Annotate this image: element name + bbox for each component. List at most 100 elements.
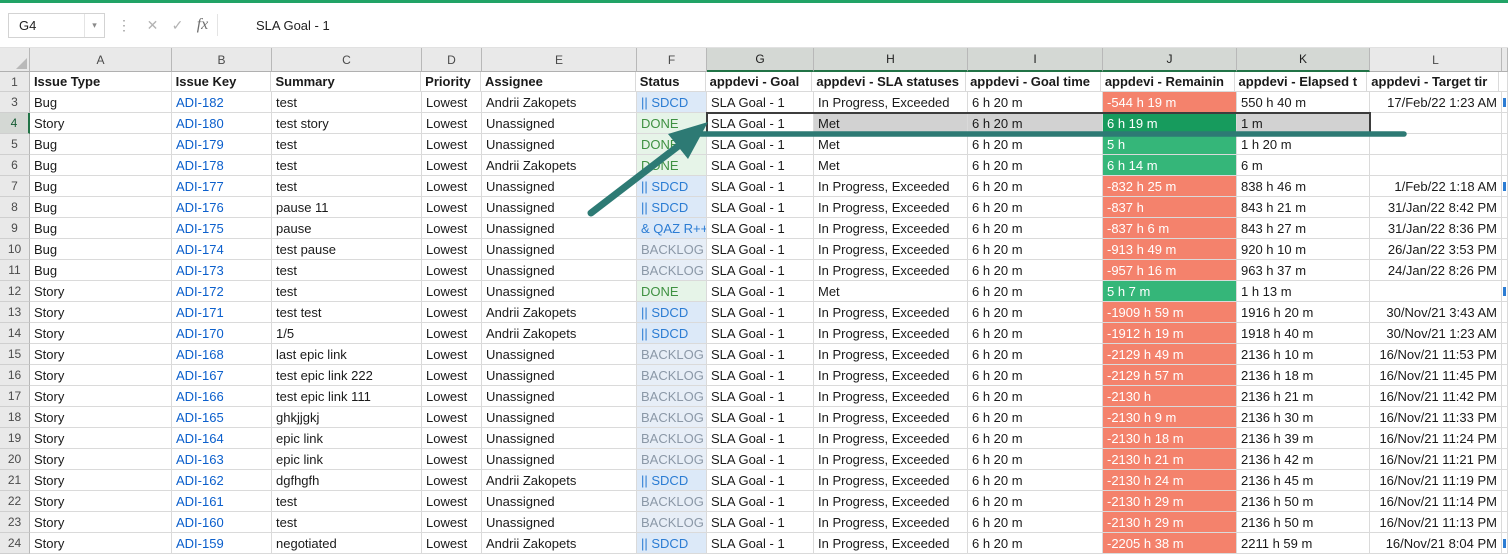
cell-I16[interactable]: 6 h 20 m <box>968 365 1103 386</box>
cell-F3[interactable]: || SDCD <box>637 92 707 113</box>
field-header-E[interactable]: Assignee <box>481 72 636 92</box>
cell-D20[interactable]: Lowest <box>422 449 482 470</box>
cell-B6[interactable]: ADI-178 <box>172 155 272 176</box>
cell-E22[interactable]: Unassigned <box>482 491 637 512</box>
cell-A5[interactable]: Bug <box>30 134 172 155</box>
cell-G19[interactable]: SLA Goal - 1 <box>707 428 814 449</box>
cell-L7[interactable]: 1/Feb/22 1:18 AM <box>1370 176 1502 197</box>
cell-I4[interactable]: 6 h 20 m <box>968 113 1103 134</box>
cell-L21[interactable]: 16/Nov/21 11:19 PM <box>1370 470 1502 491</box>
row-number-8[interactable]: 8 <box>0 197 30 218</box>
cell-F13[interactable]: || SDCD <box>637 302 707 323</box>
cell-J6[interactable]: 6 h 14 m <box>1103 155 1237 176</box>
cell-G17[interactable]: SLA Goal - 1 <box>707 386 814 407</box>
cell-G20[interactable]: SLA Goal - 1 <box>707 449 814 470</box>
cell-B4[interactable]: ADI-180 <box>172 113 272 134</box>
cell-J11[interactable]: -957 h 16 m <box>1103 260 1237 281</box>
cell-I3[interactable]: 6 h 20 m <box>968 92 1103 113</box>
cell-I15[interactable]: 6 h 20 m <box>968 344 1103 365</box>
cell-J14[interactable]: -1912 h 19 m <box>1103 323 1237 344</box>
cell-G16[interactable]: SLA Goal - 1 <box>707 365 814 386</box>
column-header-J[interactable]: J <box>1103 48 1237 72</box>
cell-I13[interactable]: 6 h 20 m <box>968 302 1103 323</box>
cell-H3[interactable]: In Progress, Exceeded <box>814 92 968 113</box>
cell-G22[interactable]: SLA Goal - 1 <box>707 491 814 512</box>
cell-D10[interactable]: Lowest <box>422 239 482 260</box>
cell-A11[interactable]: Bug <box>30 260 172 281</box>
cell-D3[interactable]: Lowest <box>422 92 482 113</box>
cell-D13[interactable]: Lowest <box>422 302 482 323</box>
field-header-B[interactable]: Issue Key <box>172 72 272 92</box>
column-header-B[interactable]: B <box>172 48 272 72</box>
cell-G23[interactable]: SLA Goal - 1 <box>707 512 814 533</box>
cell-D14[interactable]: Lowest <box>422 323 482 344</box>
cell-A7[interactable]: Bug <box>30 176 172 197</box>
cell-I9[interactable]: 6 h 20 m <box>968 218 1103 239</box>
cell-C4[interactable]: test story <box>272 113 422 134</box>
cell-H20[interactable]: In Progress, Exceeded <box>814 449 968 470</box>
cell-A22[interactable]: Story <box>30 491 172 512</box>
row-number-16[interactable]: 16 <box>0 365 30 386</box>
cell-J5[interactable]: 5 h <box>1103 134 1237 155</box>
cell-B20[interactable]: ADI-163 <box>172 449 272 470</box>
row-number-6[interactable]: 6 <box>0 155 30 176</box>
row-number-14[interactable]: 14 <box>0 323 30 344</box>
cell-I24[interactable]: 6 h 20 m <box>968 533 1103 554</box>
cell-D17[interactable]: Lowest <box>422 386 482 407</box>
cell-F14[interactable]: || SDCD <box>637 323 707 344</box>
cell-A18[interactable]: Story <box>30 407 172 428</box>
cell-J16[interactable]: -2129 h 57 m <box>1103 365 1237 386</box>
row-number-21[interactable]: 21 <box>0 470 30 491</box>
cell-F6[interactable]: DONE <box>637 155 707 176</box>
cell-C9[interactable]: pause <box>272 218 422 239</box>
cell-F20[interactable]: BACKLOG <box>637 449 707 470</box>
cell-B5[interactable]: ADI-179 <box>172 134 272 155</box>
cell-E19[interactable]: Unassigned <box>482 428 637 449</box>
field-header-H[interactable]: appdevi - SLA statuses <box>812 72 966 92</box>
row-number-10[interactable]: 10 <box>0 239 30 260</box>
cell-B10[interactable]: ADI-174 <box>172 239 272 260</box>
cell-F17[interactable]: BACKLOG <box>637 386 707 407</box>
cell-K6[interactable]: 6 m <box>1237 155 1370 176</box>
cell-I7[interactable]: 6 h 20 m <box>968 176 1103 197</box>
cell-K21[interactable]: 2136 h 45 m <box>1237 470 1370 491</box>
cell-B17[interactable]: ADI-166 <box>172 386 272 407</box>
row-number-13[interactable]: 13 <box>0 302 30 323</box>
cell-E3[interactable]: Andrii Zakopets <box>482 92 637 113</box>
cell-L15[interactable]: 16/Nov/21 11:53 PM <box>1370 344 1502 365</box>
cell-E16[interactable]: Unassigned <box>482 365 637 386</box>
cell-J19[interactable]: -2130 h 18 m <box>1103 428 1237 449</box>
cell-E14[interactable]: Andrii Zakopets <box>482 323 637 344</box>
cell-A24[interactable]: Story <box>30 533 172 554</box>
cell-G9[interactable]: SLA Goal - 1 <box>707 218 814 239</box>
cell-H4[interactable]: Met <box>814 113 968 134</box>
cell-G15[interactable]: SLA Goal - 1 <box>707 344 814 365</box>
cell-A6[interactable]: Bug <box>30 155 172 176</box>
cell-C5[interactable]: test <box>272 134 422 155</box>
row-number-5[interactable]: 5 <box>0 134 30 155</box>
cell-D16[interactable]: Lowest <box>422 365 482 386</box>
field-header-L[interactable]: appdevi - Target tir <box>1367 72 1499 92</box>
cell-L8[interactable]: 31/Jan/22 8:42 PM <box>1370 197 1502 218</box>
cell-E15[interactable]: Unassigned <box>482 344 637 365</box>
cell-K23[interactable]: 2136 h 50 m <box>1237 512 1370 533</box>
column-header-G[interactable]: G <box>707 48 814 72</box>
cell-H19[interactable]: In Progress, Exceeded <box>814 428 968 449</box>
cell-H12[interactable]: Met <box>814 281 968 302</box>
formula-bar-input[interactable]: SLA Goal - 1 <box>256 18 330 33</box>
cell-E23[interactable]: Unassigned <box>482 512 637 533</box>
cell-I19[interactable]: 6 h 20 m <box>968 428 1103 449</box>
cell-B18[interactable]: ADI-165 <box>172 407 272 428</box>
cell-C12[interactable]: test <box>272 281 422 302</box>
cell-F24[interactable]: || SDCD <box>637 533 707 554</box>
cell-I17[interactable]: 6 h 20 m <box>968 386 1103 407</box>
cell-L24[interactable]: 16/Nov/21 8:04 PM <box>1370 533 1502 554</box>
cell-A4[interactable]: Story <box>30 113 172 134</box>
column-header-D[interactable]: D <box>422 48 482 72</box>
cell-G18[interactable]: SLA Goal - 1 <box>707 407 814 428</box>
cell-E4[interactable]: Unassigned <box>482 113 637 134</box>
cell-E20[interactable]: Unassigned <box>482 449 637 470</box>
cell-C11[interactable]: test <box>272 260 422 281</box>
cell-J4[interactable]: 6 h 19 m <box>1103 113 1237 134</box>
cell-B23[interactable]: ADI-160 <box>172 512 272 533</box>
